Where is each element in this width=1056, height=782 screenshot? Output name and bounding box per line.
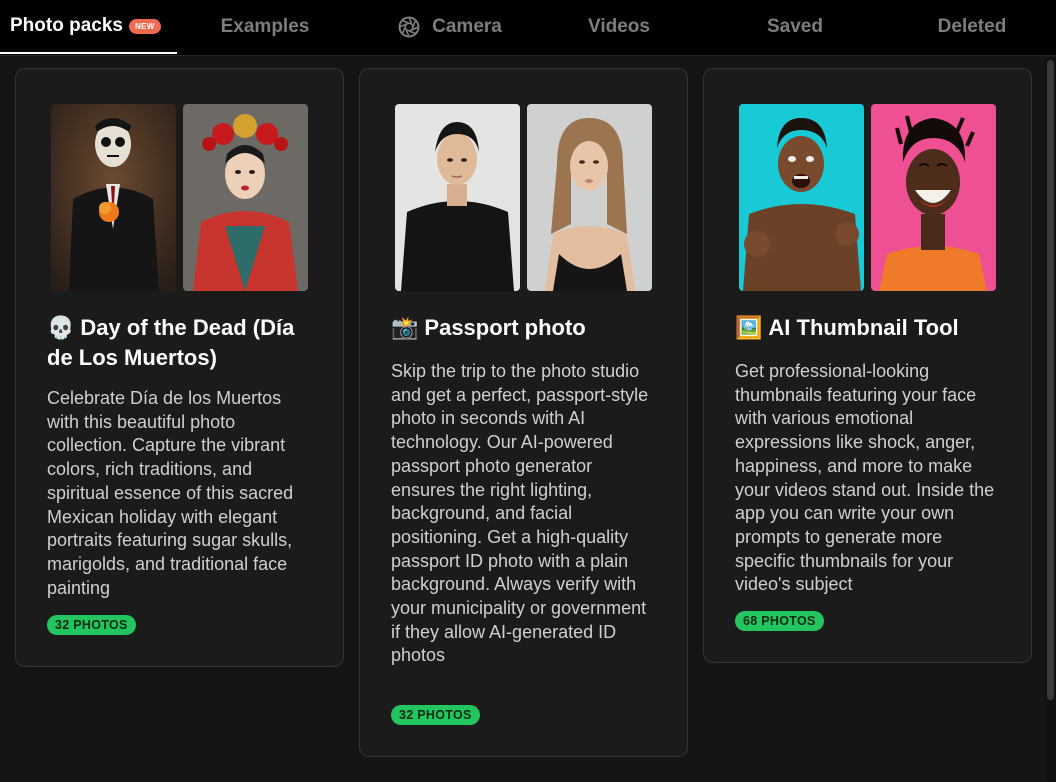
pack-description: Celebrate Día de los Muertos with this b… xyxy=(47,388,294,598)
photo-count-badge: 32 PHOTOS xyxy=(391,705,480,725)
pack-card-ai-thumbnail-tool[interactable]: 🖼️ AI Thumbnail Tool Get professional-loo… xyxy=(703,68,1032,663)
skull-icon: 💀 xyxy=(47,316,75,341)
preview-images xyxy=(395,104,652,291)
pack-title: 📸 Passport photo xyxy=(391,313,661,343)
tab-label: Videos xyxy=(588,16,650,37)
tab-saved[interactable]: Saved xyxy=(740,0,850,54)
tab-videos[interactable]: Videos xyxy=(560,0,678,54)
camera-aperture-icon xyxy=(398,16,420,38)
preview-photo-floral-headdress-woman xyxy=(183,104,308,291)
preview-images xyxy=(739,104,996,291)
pack-title-text: Day of the Dead (Día de Los Muertos) xyxy=(47,315,295,370)
preview-images xyxy=(51,104,308,291)
pack-title: 💀 Day of the Dead (Día de Los Muertos) xyxy=(47,313,317,372)
preview-photo-angry-man-cyan xyxy=(739,104,864,291)
tab-deleted[interactable]: Deleted xyxy=(910,0,1034,54)
scrollbar-thumb[interactable] xyxy=(1047,60,1054,700)
pack-card-day-of-the-dead[interactable]: 💀 Day of the Dead (Día de Los Muertos) Ce… xyxy=(15,68,344,667)
top-nav: Photo packs NEW Examples Camera Videos S… xyxy=(0,0,1056,56)
tab-label: Photo packs xyxy=(10,15,123,36)
new-badge: NEW xyxy=(128,18,161,34)
camera-flash-icon: 📸 xyxy=(391,316,419,341)
pack-title-text: Passport photo xyxy=(424,315,586,340)
preview-photo-woman-black-top xyxy=(527,104,652,291)
preview-photo-man-black-tee xyxy=(395,104,520,291)
photo-count-badge: 68 PHOTOS xyxy=(735,611,824,631)
preview-photo-sugar-skull-man xyxy=(51,104,176,291)
framed-picture-icon: 🖼️ xyxy=(735,316,763,341)
tab-label: Saved xyxy=(767,16,823,37)
preview-photo-laughing-man-pink xyxy=(871,104,996,291)
tab-label: Examples xyxy=(220,16,310,37)
pack-description: Get professional-looking thumbnails feat… xyxy=(735,361,995,595)
tab-examples[interactable]: Examples xyxy=(195,0,335,54)
photo-count-badge: 32 PHOTOS xyxy=(47,615,136,635)
tab-label: Camera xyxy=(432,16,502,37)
pack-title-text: AI Thumbnail Tool xyxy=(768,315,959,340)
pack-title: 🖼️ AI Thumbnail Tool xyxy=(735,313,1005,343)
pack-card-passport-photo[interactable]: 📸 Passport photo Skip the trip to the pho… xyxy=(359,68,688,757)
tab-photo-packs[interactable]: Photo packs NEW xyxy=(0,0,177,54)
tab-label: Deleted xyxy=(937,16,1007,37)
tab-camera[interactable]: Camera xyxy=(370,0,530,54)
pack-description: Skip the trip to the photo studio and ge… xyxy=(391,361,649,666)
